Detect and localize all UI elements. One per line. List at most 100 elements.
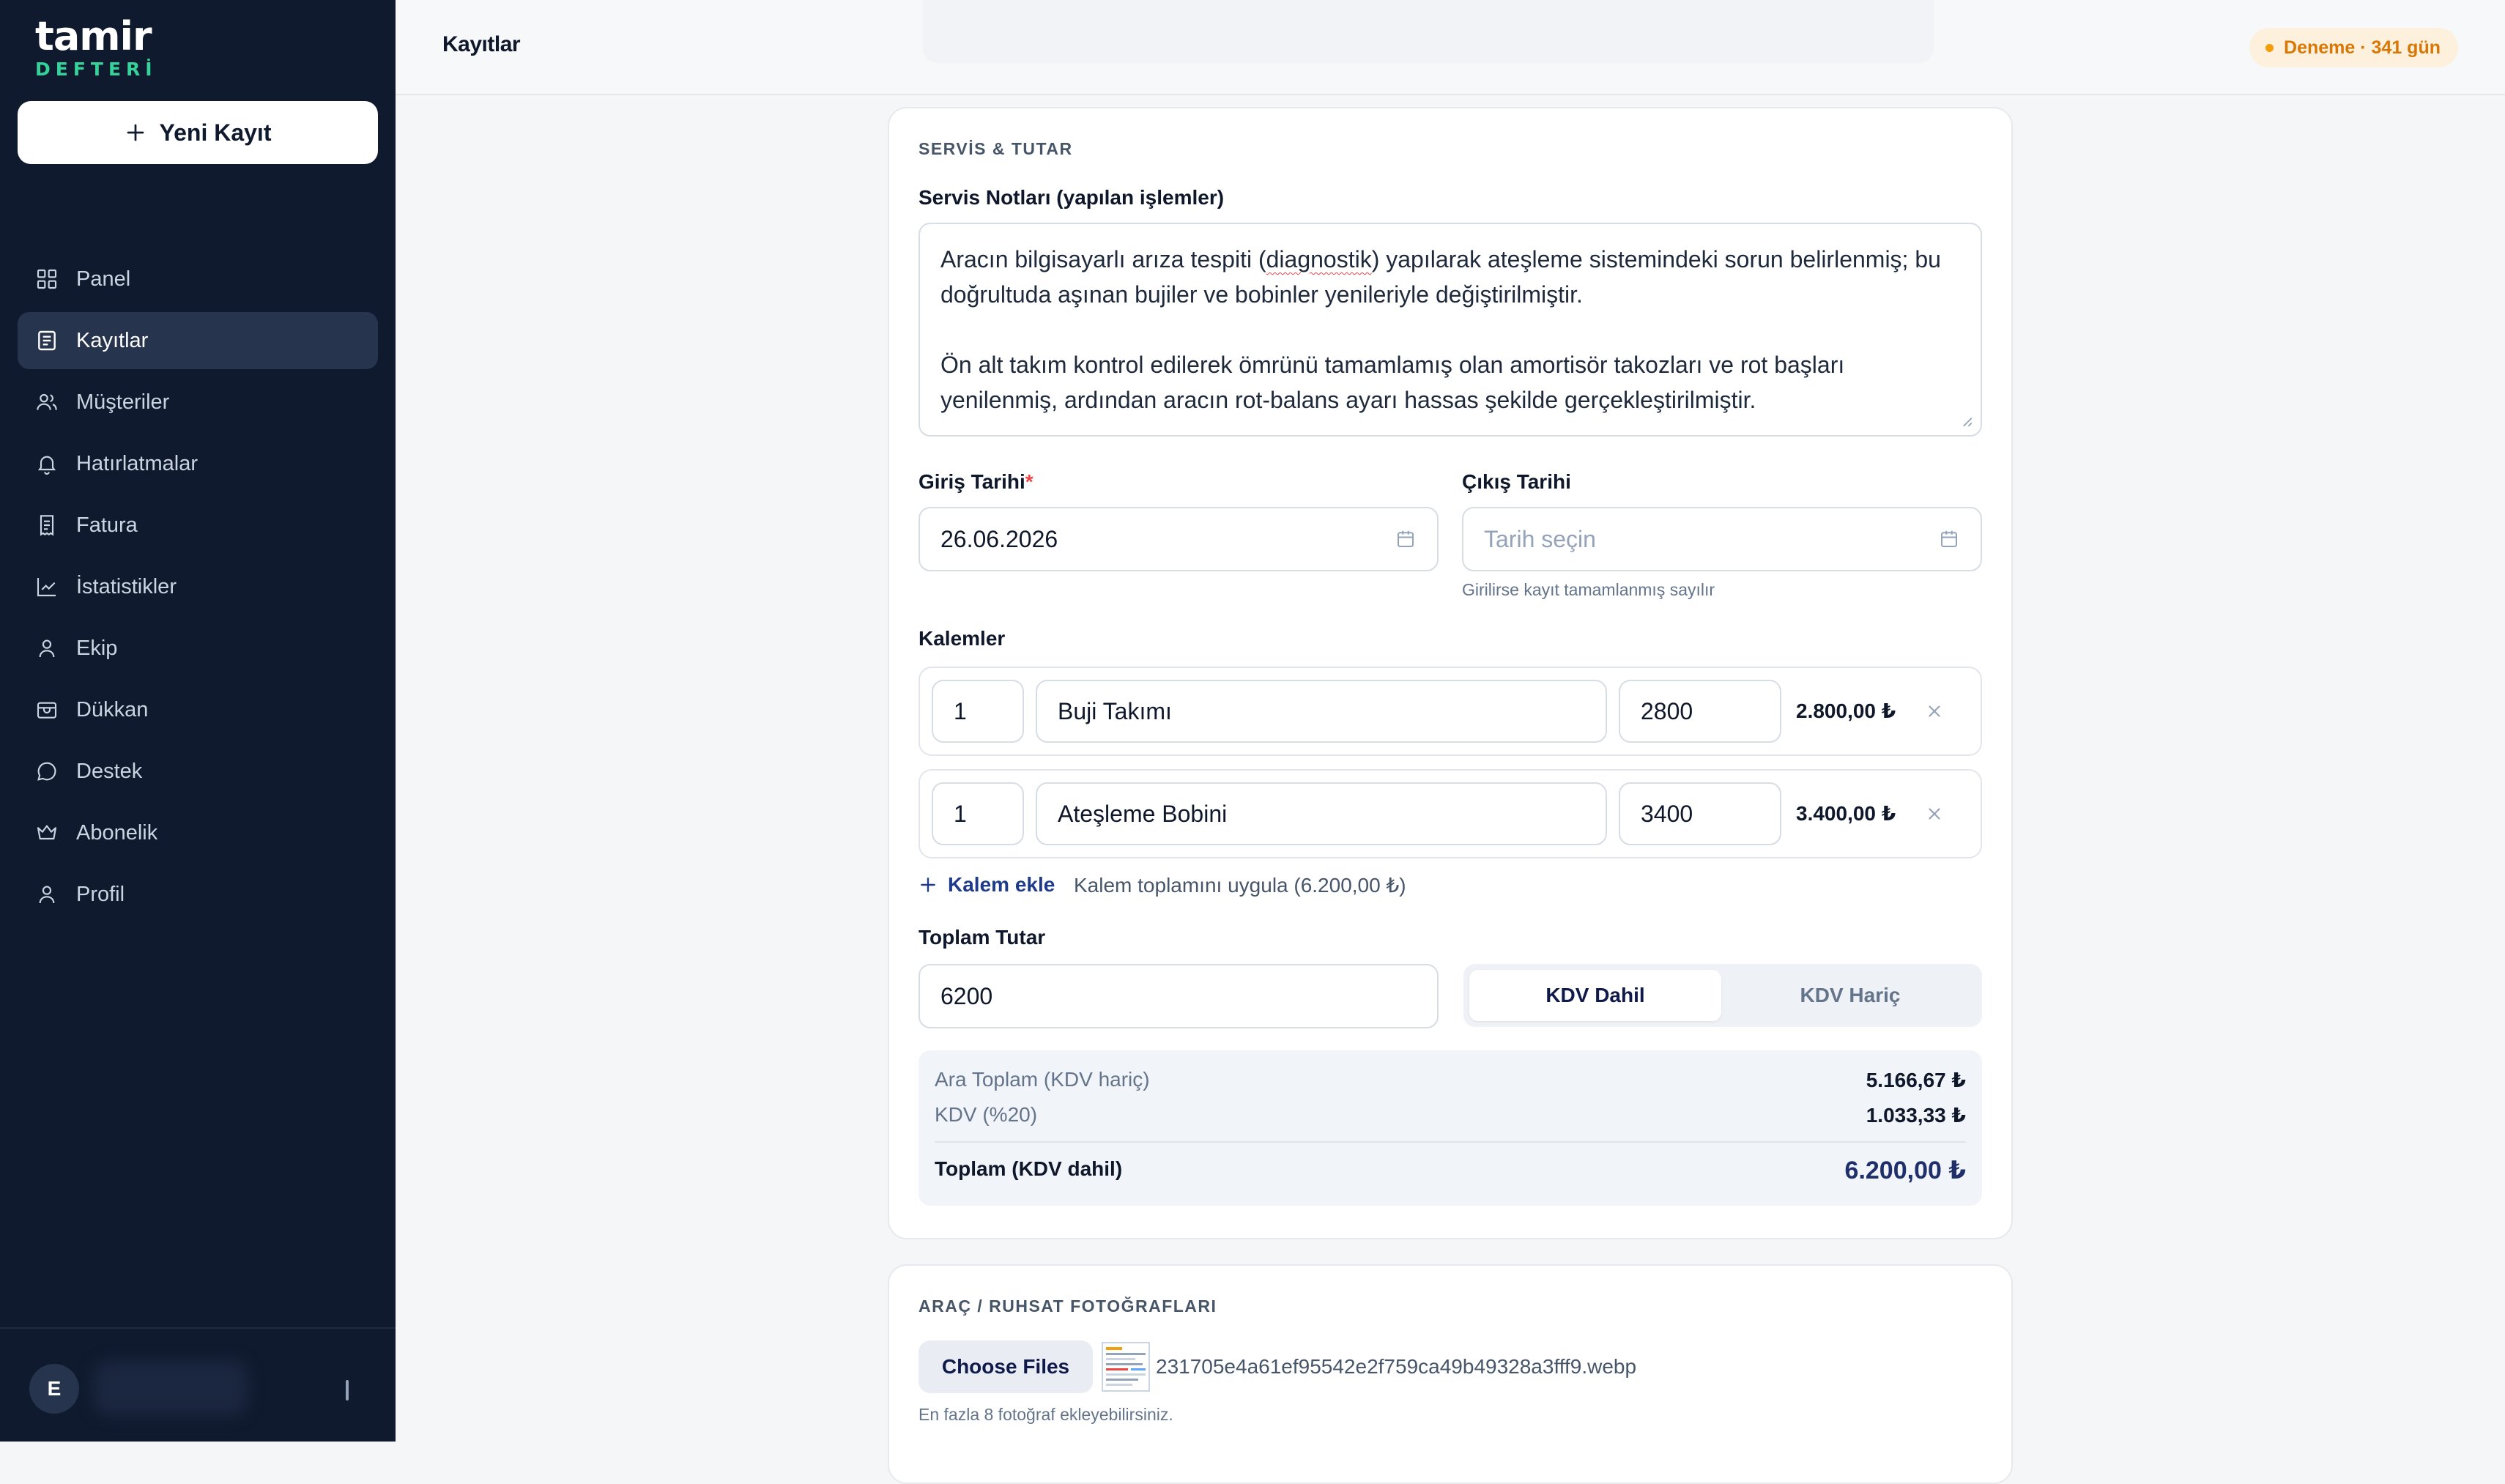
item-qty-input[interactable]: 1 xyxy=(932,680,1024,743)
sidebar-item-ekip[interactable]: Ekip xyxy=(18,620,378,677)
trial-badge[interactable]: Deneme · 341 gün xyxy=(2249,28,2458,67)
item-qty-input[interactable]: 1 xyxy=(932,782,1024,845)
plus-icon xyxy=(127,124,144,141)
exit-date-label: Çıkış Tarihi xyxy=(1462,470,1571,493)
sidebar-item-label: Dükkan xyxy=(76,697,149,721)
sidebar-item-dukkan[interactable]: Dükkan xyxy=(18,681,378,738)
logo-main-text: tamir xyxy=(35,13,152,59)
exit-date-help: Girilirse kayıt tamamlanmış sayılır xyxy=(1462,580,1715,599)
spellcheck-word: diagnostik xyxy=(1266,246,1372,272)
sidebar-item-label: Hatırlatmalar xyxy=(76,451,198,475)
calendar-icon[interactable] xyxy=(1395,528,1417,550)
close-icon[interactable] xyxy=(1925,804,1944,823)
item-name-input[interactable]: Ateşleme Bobini xyxy=(1036,782,1607,845)
apply-items-total-button[interactable]: Kalem toplamını uygula (6.200,00 ₺) xyxy=(1074,873,1406,897)
sidebar-item-label: Kayıtlar xyxy=(76,328,149,352)
blurred-user-name xyxy=(94,1361,248,1415)
vat-included-button[interactable]: KDV Dahil xyxy=(1469,970,1721,1021)
new-record-label: Yeni Kayıt xyxy=(159,119,272,146)
sidebar-item-istatistikler[interactable]: İstatistikler xyxy=(18,558,378,615)
close-icon[interactable] xyxy=(1925,702,1944,721)
section-title: SERVİS & TUTAR xyxy=(918,139,1073,158)
user-menu-toggle-icon[interactable] xyxy=(346,1380,349,1400)
grand-total-label: Toplam (KDV dahil) xyxy=(935,1157,1123,1180)
notes-text: Aracın bilgisayarlı arıza tespiti ( xyxy=(940,246,1266,272)
sidebar-nav: Panel Kayıtlar Müşteriler Hatırlatmalar … xyxy=(18,251,378,927)
sidebar-item-label: Destek xyxy=(76,759,143,783)
sidebar: tamir DEFTERİ Yeni Kayıt Panel Kayıtlar … xyxy=(0,0,396,1442)
store-icon xyxy=(37,702,57,719)
app-logo[interactable]: tamir DEFTERİ xyxy=(35,16,157,81)
photos-help-text: En fazla 8 fotoğraf ekleyebilirsiniz. xyxy=(918,1405,1173,1424)
vat-excluded-button[interactable]: KDV Hariç xyxy=(1724,970,1976,1021)
sidebar-item-label: Müşteriler xyxy=(76,390,170,414)
sidebar-item-musteriler[interactable]: Müşteriler xyxy=(18,374,378,431)
user-icon xyxy=(39,639,55,658)
service-notes-label: Servis Notları (yapılan işlemler) xyxy=(918,186,1225,209)
avatar: E xyxy=(29,1364,79,1414)
service-notes-textarea[interactable]: Aracın bilgisayarlı arıza tespiti (diagn… xyxy=(918,223,1982,437)
item-price-input[interactable]: 2800 xyxy=(1619,680,1781,743)
entry-date-label-text: Giriş Tarihi xyxy=(918,470,1025,493)
entry-date-value: 26.06.2026 xyxy=(940,525,1058,552)
item-price-value: 3400 xyxy=(1641,800,1693,827)
section-title: ARAÇ / RUHSAT FOTOĞRAFLARI xyxy=(918,1296,1217,1316)
choose-files-button[interactable]: Choose Files xyxy=(918,1340,1093,1393)
page-title: Kayıtlar xyxy=(442,32,521,56)
document-list-icon xyxy=(38,330,56,351)
total-amount-input[interactable]: 6200 xyxy=(918,964,1439,1028)
sidebar-item-label: Ekip xyxy=(76,636,118,660)
top-bar: Kayıtlar Deneme · 341 gün xyxy=(396,0,2505,95)
sidebar-item-fatura[interactable]: Fatura xyxy=(18,497,378,554)
totals-summary: Ara Toplam (KDV hariç) 5.166,67 ₺ KDV (%… xyxy=(918,1050,1982,1206)
item-qty-value: 1 xyxy=(954,697,967,724)
vat-label: KDV (%20) xyxy=(935,1103,1038,1126)
sidebar-item-panel[interactable]: Panel xyxy=(18,251,378,308)
add-item-label: Kalem ekle xyxy=(948,873,1055,896)
total-amount-value: 6200 xyxy=(940,982,993,1009)
vehicle-photos-card: ARAÇ / RUHSAT FOTOĞRAFLARI Choose Files … xyxy=(888,1264,2013,1484)
subtotal-value: 5.166,67 ₺ xyxy=(1866,1069,1966,1091)
exit-date-input[interactable]: Tarih seçin xyxy=(1462,507,1982,571)
sidebar-item-kayitlar[interactable]: Kayıtlar xyxy=(18,312,378,369)
exit-date-placeholder: Tarih seçin xyxy=(1484,525,1596,552)
calendar-icon[interactable] xyxy=(1938,528,1960,550)
logo-sub-text: DEFTERİ xyxy=(35,59,157,80)
sidebar-item-profil[interactable]: Profil xyxy=(18,866,378,923)
add-item-button[interactable]: Kalem ekle xyxy=(918,873,1055,897)
service-notes-paragraph-2: Ön alt takım kontrol edilerek ömrünü tam… xyxy=(940,352,1845,413)
chart-line-icon xyxy=(37,578,56,597)
service-amount-card: SERVİS & TUTAR Servis Notları (yapılan i… xyxy=(888,107,2013,1239)
item-name-input[interactable]: Buji Takımı xyxy=(1036,680,1607,743)
sidebar-item-destek[interactable]: Destek xyxy=(18,743,378,800)
trial-badge-label: Deneme · 341 gün xyxy=(2284,37,2441,58)
item-price-input[interactable]: 3400 xyxy=(1619,782,1781,845)
item-name-value: Ateşleme Bobini xyxy=(1058,800,1228,827)
grand-total-value: 6.200,00 ₺ xyxy=(1844,1157,1966,1184)
sidebar-item-hatirlatmalar[interactable]: Hatırlatmalar xyxy=(18,435,378,492)
entry-date-input[interactable]: 26.06.2026 xyxy=(918,507,1439,571)
entry-date-label: Giriş Tarihi* xyxy=(918,470,1033,494)
total-amount-label: Toplam Tutar xyxy=(918,926,1046,949)
status-dot-icon xyxy=(2265,43,2274,52)
new-record-button[interactable]: Yeni Kayıt xyxy=(18,101,378,164)
resize-grip-icon[interactable] xyxy=(1957,412,1973,428)
users-icon xyxy=(37,393,57,410)
grid-icon xyxy=(37,269,57,289)
sidebar-item-label: Abonelik xyxy=(76,820,158,845)
summary-divider xyxy=(935,1141,1966,1143)
item-name-value: Buji Takımı xyxy=(1058,697,1172,724)
sidebar-item-abonelik[interactable]: Abonelik xyxy=(18,804,378,861)
vat-value: 1.033,33 ₺ xyxy=(1866,1104,1966,1127)
item-total: 2.800,00 ₺ xyxy=(1796,700,1896,722)
item-price-value: 2800 xyxy=(1641,697,1693,724)
items-label: Kalemler xyxy=(918,627,1006,650)
sidebar-item-label: Profil xyxy=(76,882,125,906)
profile-icon xyxy=(39,886,55,904)
sidebar-item-label: Panel xyxy=(76,267,131,291)
service-notes-paragraph-1: Aracın bilgisayarlı arıza tespiti (diagn… xyxy=(940,242,1960,312)
user-menu[interactable]: E xyxy=(0,1327,396,1442)
crown-icon xyxy=(37,825,57,840)
receipt-icon xyxy=(40,515,54,536)
bell-icon xyxy=(37,456,56,475)
